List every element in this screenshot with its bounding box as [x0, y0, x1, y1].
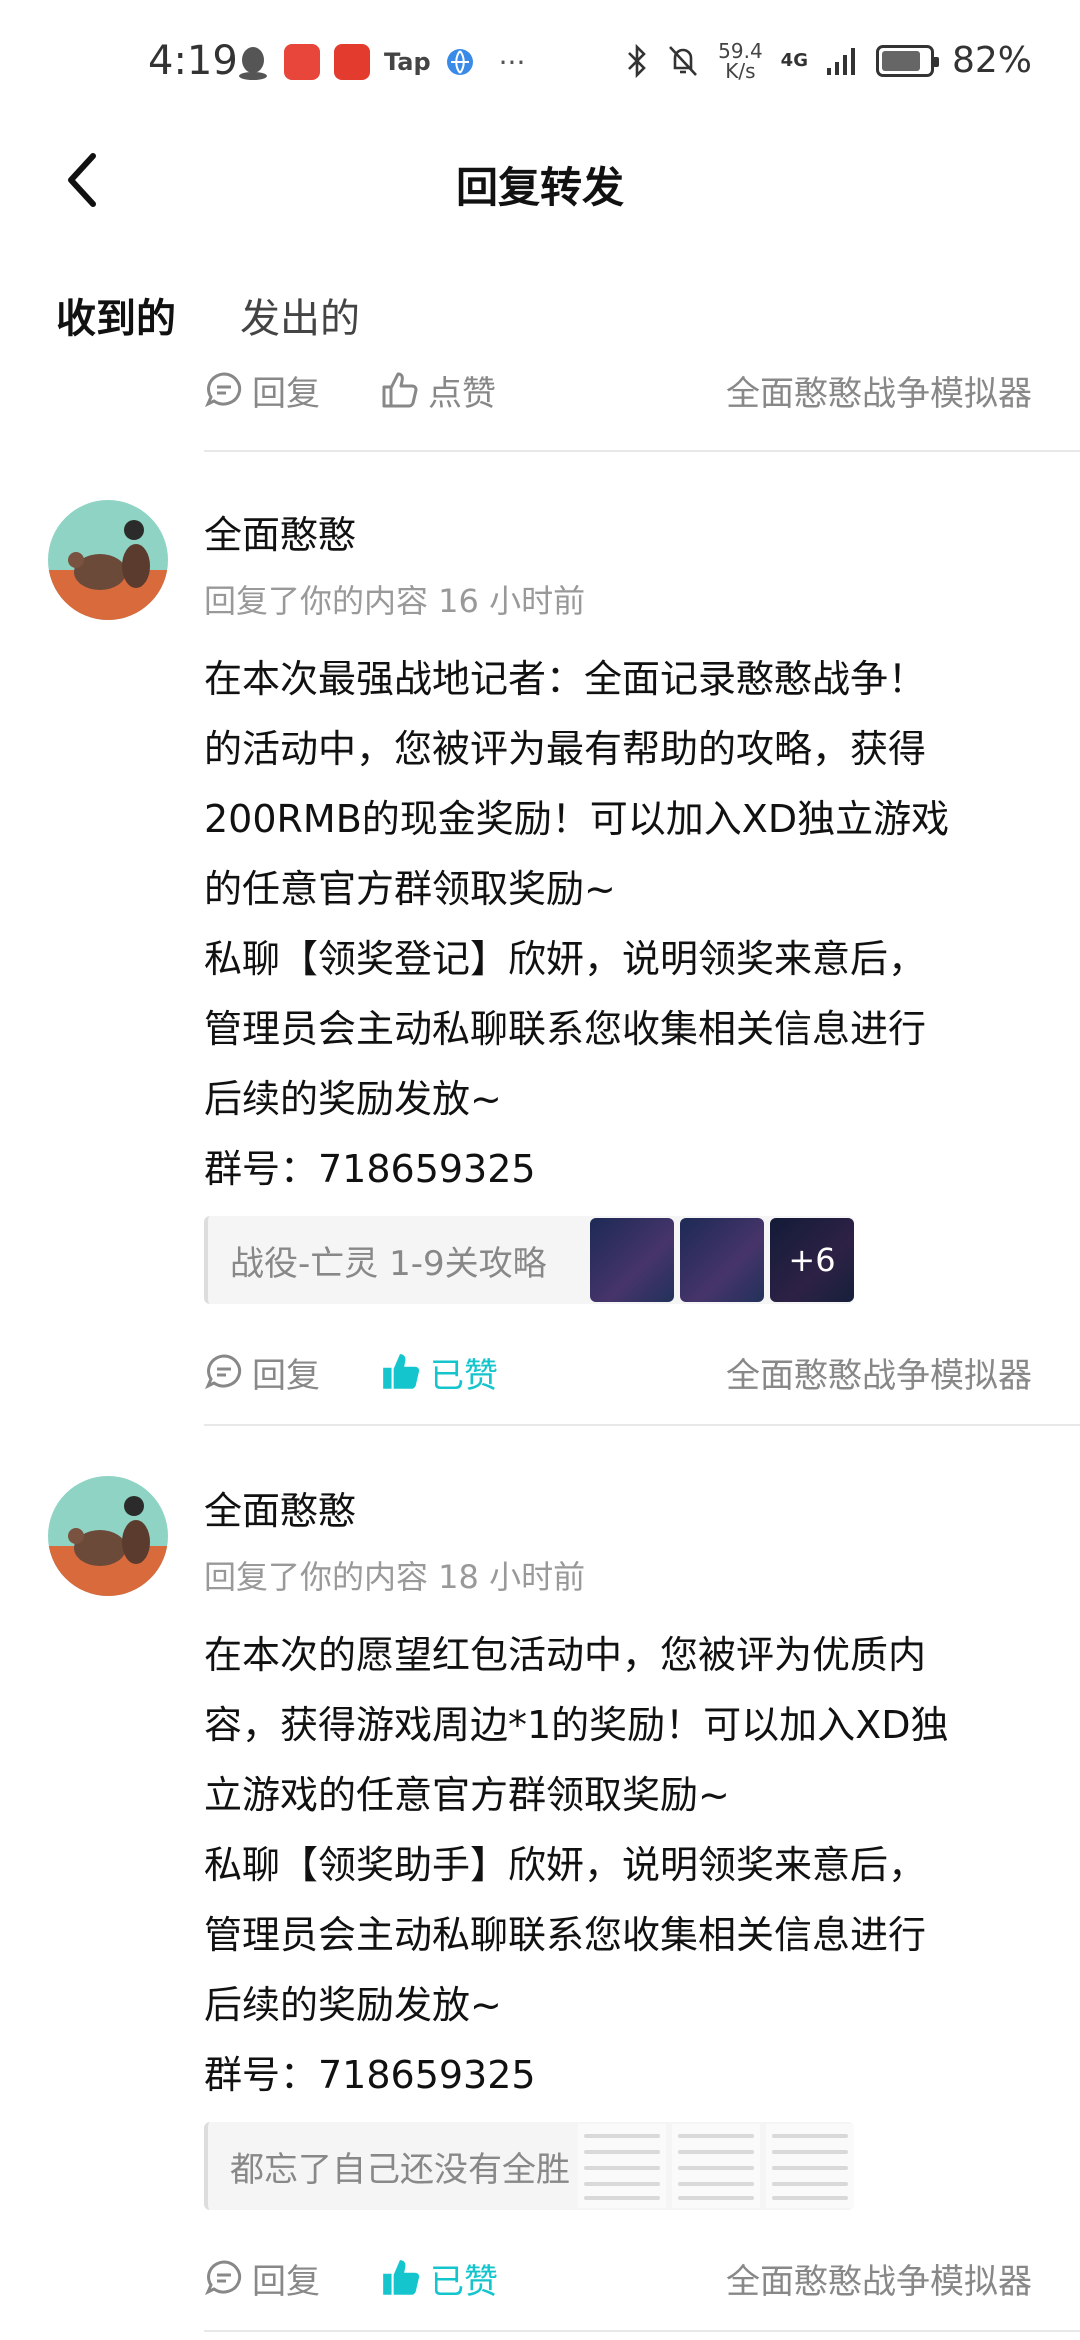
comment-icon: [205, 1354, 242, 1390]
battery-percent: 82%: [951, 40, 1032, 81]
divider: [204, 450, 1080, 452]
message-line: 在本次的愿望红包活动中，您被评为优质内: [204, 1633, 927, 1677]
message-line: 私聊【领奖登记】欣妍，说明领奖来意后，: [204, 937, 927, 981]
like-button[interactable]: 点赞: [380, 366, 496, 415]
thumbs-up-filled-icon: [383, 1354, 420, 1389]
message-line: 的任意官方群领取奖励~: [204, 867, 616, 911]
post-image-thumb: [766, 2124, 854, 2208]
message-body: 在本次最强战地记者：全面记录憨憨战争！ 的活动中，您被评为最有帮助的攻略，获得 …: [204, 644, 1034, 1204]
reply-label: 回复: [252, 2261, 320, 2302]
action-row: 回复 已赞 全面憨憨战争模拟器: [204, 1342, 1040, 1402]
bluetooth-icon: [628, 43, 646, 78]
thumbs-up-filled-icon: [383, 2260, 420, 2295]
message-line: 立游戏的任意官方群领取奖励~: [204, 1773, 730, 1817]
quoted-post[interactable]: 都忘了自己还没有全胜: [204, 2122, 854, 2210]
network-speed: 59.4 K/s: [718, 41, 763, 81]
message-line: 管理员会主动私聊联系您收集相关信息进行: [204, 1007, 927, 1051]
message-body: 在本次的愿望红包活动中，您被评为优质内 容，获得游戏周边*1的奖励！可以加入XD…: [204, 1620, 1034, 2110]
more-images-count: +6: [770, 1218, 854, 1302]
mute-bell-icon: [669, 45, 698, 76]
message-line: 群号：718659325: [204, 1147, 536, 1191]
divider: [204, 2330, 1080, 2332]
page-title: 回复转发: [455, 163, 624, 212]
liked-label: 已赞: [430, 2261, 498, 2302]
signal-type: 4G: [780, 50, 808, 71]
signal-icon: [826, 47, 855, 75]
tab-received[interactable]: 收到的: [56, 286, 176, 348]
message-line: 后续的奖励发放~: [204, 1983, 502, 2027]
notification-icons: Tap ···: [236, 44, 525, 80]
like-label: 点赞: [428, 373, 496, 414]
post-image-thumb: [672, 2124, 760, 2208]
net-speed-unit: K/s: [725, 58, 756, 83]
user-name[interactable]: 全面憨憨: [204, 1480, 356, 1535]
message-line: 管理员会主动私聊联系您收集相关信息进行: [204, 1913, 927, 1957]
tab-received-label: 收到的: [56, 296, 176, 342]
app-header: 回复转发: [0, 130, 1080, 230]
reply-meta: 回复了你的内容 18 小时前: [204, 1558, 586, 1596]
action-row: 回复 已赞 全面憨憨战争模拟器: [204, 2248, 1040, 2308]
message-line: 的活动中，您被评为最有帮助的攻略，获得: [204, 727, 927, 771]
quoted-post-images: [578, 2124, 854, 2208]
avatar[interactable]: [48, 1476, 168, 1596]
post-image-thumb: +6: [770, 1218, 854, 1302]
post-image-thumb: [680, 1218, 764, 1302]
source-game-link[interactable]: 全面憨憨战争模拟器: [726, 1348, 1032, 1397]
tap-app-icon: Tap: [384, 48, 431, 76]
comment-icon: [205, 372, 242, 408]
comment-icon: [205, 2260, 242, 2296]
reply-button[interactable]: 回复: [204, 1348, 320, 1397]
source-game-link[interactable]: 全面憨憨战争模拟器: [726, 366, 1032, 415]
battery-icon: [875, 44, 939, 77]
smzdm-app-icon: [334, 44, 370, 80]
reply-label: 回复: [252, 1355, 320, 1396]
tab-bar: 收到的 发出的: [0, 280, 1080, 350]
liked-button[interactable]: 已赞: [380, 2254, 498, 2303]
status-bar: 4:19 Tap ··· 59.4 K/s 4G 82%: [0, 0, 1080, 130]
message-line: 群号：718659325: [204, 2053, 536, 2097]
user-name[interactable]: 全面憨憨: [204, 504, 356, 559]
reply-meta: 回复了你的内容 16 小时前: [204, 582, 586, 620]
quoted-post[interactable]: 战役-亡灵 1-9关攻略 +6: [204, 1216, 854, 1304]
quoted-post-title: 都忘了自己还没有全胜: [230, 2149, 570, 2190]
huawei-app-icon: [284, 44, 320, 80]
message-line: 私聊【领奖助手】欣妍，说明领奖来意后，: [204, 1843, 927, 1887]
quoted-post-images: +6: [590, 1218, 854, 1302]
message-line: 容，获得游戏周边*1的奖励！可以加入XD独: [204, 1703, 949, 1747]
message-line: 200RMB的现金奖励！可以加入XD独立游戏: [204, 797, 950, 841]
game-avatar-image: [48, 500, 168, 620]
divider: [204, 1424, 1080, 1426]
status-time: 4:19: [148, 38, 238, 84]
action-row: 回复 点赞 全面憨憨战争模拟器: [204, 360, 1040, 420]
quoted-post-title: 战役-亡灵 1-9关攻略: [230, 1243, 547, 1284]
tab-sent[interactable]: 发出的: [240, 286, 360, 344]
liked-button[interactable]: 已赞: [380, 1348, 498, 1397]
reply-button[interactable]: 回复: [204, 2254, 320, 2303]
status-right: 59.4 K/s 4G 82%: [626, 40, 1032, 81]
post-image-thumb: [590, 1218, 674, 1302]
reply-button[interactable]: 回复: [204, 366, 320, 415]
net-speed-value: 59.4: [718, 38, 763, 63]
game-avatar-image: [48, 1476, 168, 1596]
message-line: 后续的奖励发放~: [204, 1077, 502, 1121]
message-line: 在本次最强战地记者：全面记录憨憨战争！: [204, 657, 927, 701]
liked-label: 已赞: [430, 1355, 498, 1396]
qq-icon: [239, 47, 267, 80]
reply-label: 回复: [252, 373, 320, 414]
thumbs-up-outline-icon: [382, 372, 418, 408]
post-image-thumb: [578, 2124, 666, 2208]
source-game-link[interactable]: 全面憨憨战争模拟器: [726, 2254, 1032, 2303]
avatar[interactable]: [48, 500, 168, 620]
browser-icon: [446, 49, 473, 75]
more-notifications-icon: ···: [498, 45, 526, 79]
